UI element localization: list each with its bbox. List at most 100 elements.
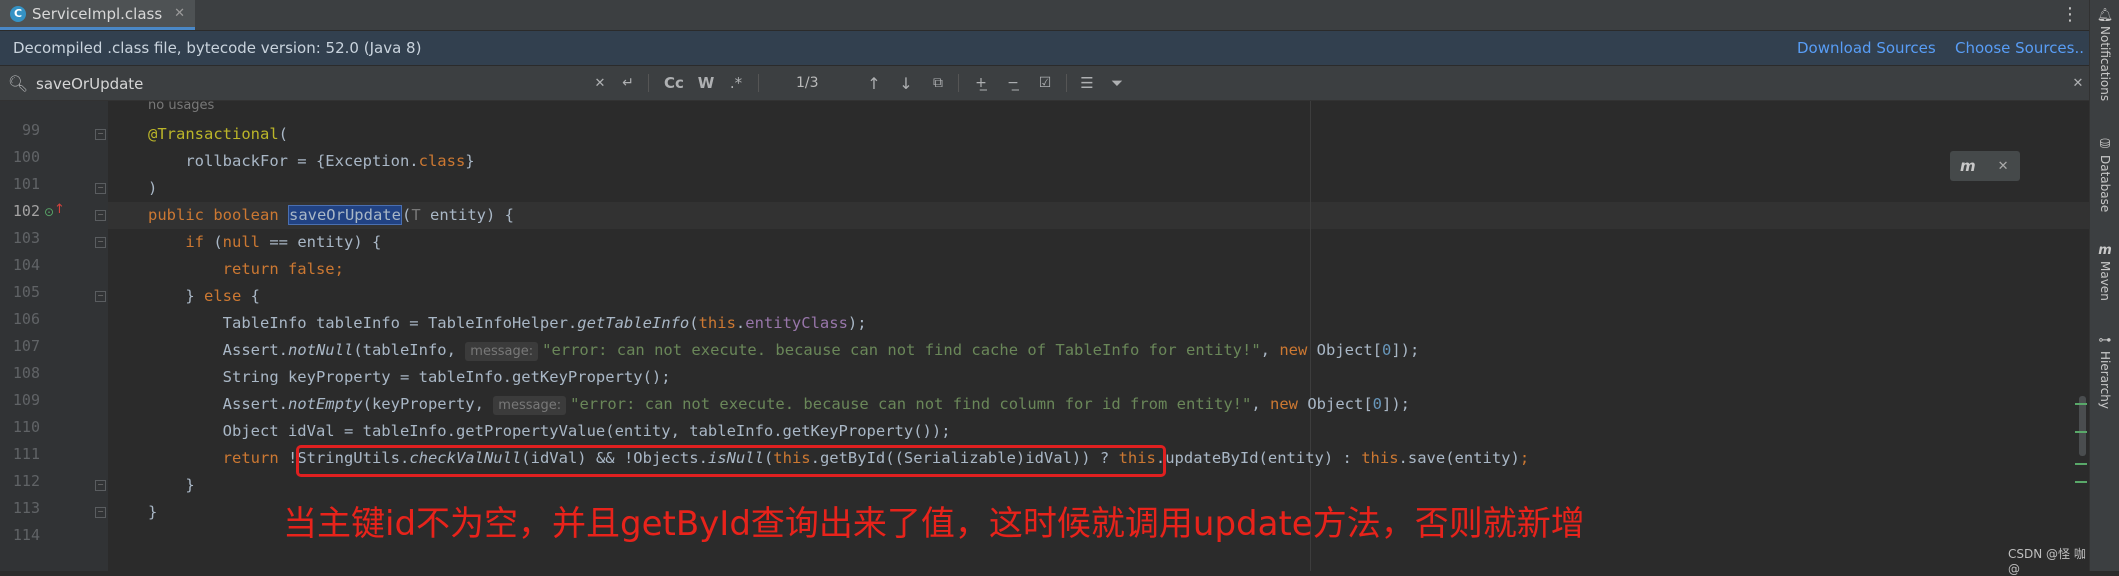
line-number: 104	[12, 256, 40, 274]
maven-tool-tab[interactable]: m Maven	[2090, 243, 2119, 301]
divider	[1066, 74, 1067, 92]
fold-icon[interactable]: −	[95, 507, 106, 518]
search-input[interactable]	[34, 72, 608, 96]
maven-reload-popup[interactable]: m ✕	[1950, 151, 2020, 181]
hierarchy-label: Hierarchy	[2098, 351, 2112, 410]
line-number: 101	[12, 175, 40, 193]
notifications-label: Notifications	[2098, 26, 2112, 102]
next-occurrence-icon[interactable]: ↓	[894, 66, 918, 100]
editor-tab-bar: C ServiceImpl.class ✕ ⋮	[0, 0, 2089, 31]
watermark: CSDN @怪 咖@	[2008, 547, 2086, 576]
whole-words-button[interactable]: W	[694, 66, 718, 100]
code-line: rollbackFor = {Exception.class}	[148, 152, 475, 170]
line-number: 108	[12, 364, 40, 382]
code-line: @Transactional(	[148, 125, 288, 143]
maven-icon[interactable]: m	[1960, 157, 1976, 175]
code-line: public boolean saveOrUpdate(T entity) {	[148, 205, 514, 225]
vertical-scrollbar[interactable]	[2079, 396, 2086, 456]
code-line: Assert.notEmpty(keyProperty, message: "er…	[148, 395, 1411, 415]
line-number: 109	[12, 391, 40, 409]
match-count: 1/3	[796, 75, 819, 91]
usages-hint: no usages	[148, 98, 215, 113]
line-number: 103	[12, 229, 40, 247]
select-all-occurrences-icon[interactable]: ☑	[1032, 66, 1058, 100]
code-line: if (null == entity) {	[185, 233, 382, 251]
line-number: 113	[12, 499, 40, 517]
decompiled-info-text: Decompiled .class file, bytecode version…	[13, 39, 422, 57]
close-tab-icon[interactable]: ✕	[174, 6, 185, 21]
previous-occurrence-icon[interactable]: ↑	[862, 66, 886, 100]
scroll-marker	[2075, 403, 2087, 405]
class-file-icon: C	[10, 5, 26, 22]
parameter-hint: message:	[465, 342, 539, 361]
code-line: } else {	[148, 287, 260, 305]
notifications-tool-tab[interactable]: 🔔︎ Notifications	[2090, 8, 2119, 101]
fold-icon[interactable]: −	[95, 237, 106, 248]
fold-icon[interactable]: −	[95, 291, 106, 302]
bell-icon: 🔔︎	[2096, 8, 2114, 23]
parameter-hint: message:	[493, 396, 567, 415]
tab-serviceimpl-class[interactable]: C ServiceImpl.class ✕	[0, 0, 196, 30]
decompiled-banner: Decompiled .class file, bytecode version…	[0, 31, 2089, 65]
database-icon: ⛁	[2099, 137, 2111, 152]
match-case-button[interactable]: Cc	[660, 66, 688, 100]
fold-icon[interactable]: −	[95, 210, 106, 221]
scroll-marker	[2075, 431, 2087, 433]
scroll-marker	[2075, 463, 2087, 465]
hierarchy-tool-tab[interactable]: ⊶ Hierarchy	[2090, 333, 2119, 409]
ide-window: C ServiceImpl.class ✕ ⋮ Decompiled .clas…	[0, 0, 2089, 576]
open-in-window-icon[interactable]: ⧉	[926, 66, 950, 100]
remove-selection-icon[interactable]: −̲	[1000, 66, 1026, 100]
maven-icon: m	[2098, 243, 2112, 258]
divider	[648, 74, 649, 92]
divider	[958, 74, 959, 92]
code-line: String keyProperty = tableInfo.getKeyPro…	[148, 368, 671, 386]
close-find-bar-icon[interactable]: ✕	[2068, 66, 2088, 100]
line-number: 99	[21, 121, 40, 139]
hierarchy-icon: ⊶	[2098, 333, 2112, 348]
filter-search-results-icon[interactable]: ☰	[1074, 66, 1100, 100]
close-popup-icon[interactable]: ✕	[1998, 159, 2009, 174]
new-line-icon[interactable]: ↵	[618, 66, 638, 100]
fold-icon[interactable]: −	[95, 480, 106, 491]
database-tool-tab[interactable]: ⛁ Database	[2090, 137, 2119, 212]
regex-button[interactable]: .*	[724, 66, 748, 100]
add-selection-icon[interactable]: +̲	[968, 66, 994, 100]
choose-sources-link[interactable]: Choose Sources..	[1955, 39, 2084, 57]
code-line: Object idVal = tableInfo.getPropertyValu…	[148, 422, 951, 440]
code-line: }	[148, 503, 158, 521]
code-line: Assert.notNull(tableInfo, message: "error…	[148, 341, 1420, 361]
line-number: 110	[12, 418, 40, 436]
fold-icon[interactable]: −	[95, 183, 106, 194]
divider	[758, 74, 759, 92]
code-line: )	[148, 179, 158, 197]
filter-icon[interactable]: ⏷	[1104, 66, 1130, 100]
fold-icon[interactable]: −	[95, 129, 106, 140]
line-number: 114	[12, 526, 40, 544]
scroll-marker	[2075, 481, 2087, 483]
code-line: return false;	[222, 260, 344, 278]
code-line: TableInfo tableInfo = TableInfoHelper.ge…	[148, 314, 867, 332]
right-tool-strip: 🔔︎ Notifications ⛁ Database m Maven ⊶ Hi…	[2089, 0, 2119, 571]
condition-highlight-box	[296, 445, 1166, 477]
tab-label: ServiceImpl.class	[32, 4, 163, 23]
line-number: 106	[12, 310, 40, 328]
database-label: Database	[2098, 155, 2112, 213]
code-line: }	[148, 476, 195, 494]
line-number: 105	[12, 283, 40, 301]
line-number: 111	[12, 445, 40, 463]
line-number: 100	[12, 148, 40, 166]
clear-search-icon[interactable]: ✕	[590, 66, 610, 100]
download-sources-link[interactable]: Download Sources	[1797, 39, 1936, 57]
code-editor[interactable]: no usages 99 100 101 102 103 104 105 106…	[0, 98, 2089, 576]
annotation-note: 当主键id不为空，并且getById查询出来了值，这时候就调用update方法，…	[283, 504, 1585, 544]
maven-label: Maven	[2098, 261, 2112, 301]
line-number: 102	[12, 202, 40, 220]
more-options-icon[interactable]: ⋮	[2061, 4, 2079, 25]
line-number: 112	[12, 472, 40, 490]
override-arrow-icon[interactable]: ↑	[54, 202, 65, 217]
implements-method-icon[interactable]: ⊙	[44, 205, 54, 219]
find-bar: 🔍︎ ✕ ↵ Cc W .* 1/3 ↑ ↓ ⧉ +̲ −̲ ☑ ☰ ⏷ ✕	[0, 66, 2089, 101]
search-icon[interactable]: 🔍︎	[6, 66, 30, 100]
line-number: 107	[12, 337, 40, 355]
